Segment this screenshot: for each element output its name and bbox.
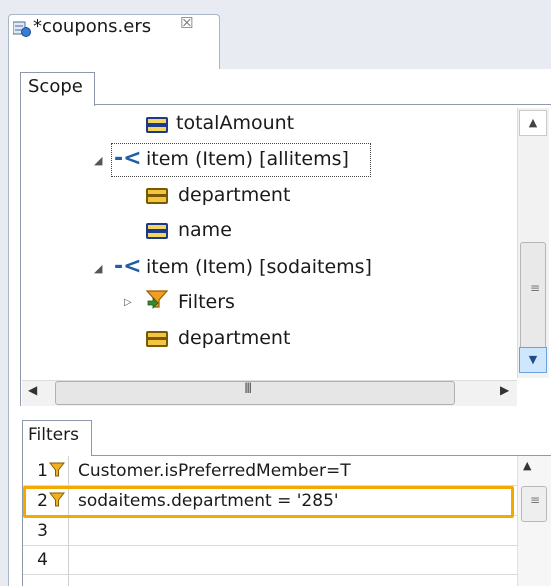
scrollbar-grip-icon: ≡ — [530, 493, 541, 507]
collapse-arrow-icon[interactable]: ◢ — [94, 262, 102, 275]
scroll-up-icon[interactable]: ▲ — [523, 459, 531, 472]
tab-filters-label: Filters — [28, 425, 79, 445]
editor-tab-title: *coupons.ers — [33, 16, 152, 37]
scroll-left-icon[interactable]: ◀ — [28, 383, 37, 397]
tree-item[interactable]: item (Item) [allitems] — [146, 144, 349, 174]
ers-file-icon — [12, 21, 31, 37]
scroll-right-icon[interactable]: ▶ — [500, 383, 509, 397]
divider — [92, 455, 551, 456]
scrollbar-grip-icon: III — [244, 381, 253, 397]
tree-item[interactable]: totalAmount — [176, 108, 294, 138]
filter-row-number: 3 — [37, 521, 48, 541]
highlight-box — [23, 486, 514, 518]
scrollbar-thumb[interactable] — [520, 242, 546, 350]
filter-row[interactable] — [23, 546, 517, 575]
filter-icon — [145, 289, 169, 309]
scroll-up-icon[interactable]: ▲ — [519, 110, 547, 136]
filter-row-number: 1 — [37, 461, 48, 481]
field-icon — [146, 117, 168, 133]
scroll-down-icon[interactable]: ▼ — [519, 347, 547, 373]
tree-item[interactable]: Filters — [178, 287, 235, 317]
tree-item[interactable]: department — [178, 323, 290, 353]
divider — [20, 105, 21, 406]
scrollbar-thumb[interactable] — [55, 381, 455, 405]
field-icon — [146, 223, 168, 239]
tab-scope-label: Scope — [28, 76, 83, 97]
tree-item[interactable]: item (Item) [sodaitems] — [146, 252, 372, 282]
scrollbar-grip-icon: ≡ — [530, 281, 541, 295]
divider — [95, 104, 551, 105]
field-icon — [146, 188, 168, 204]
field-icon — [146, 331, 168, 347]
collapse-arrow-icon[interactable]: ◢ — [94, 154, 102, 167]
expand-arrow-icon[interactable]: ▷ — [124, 297, 132, 308]
close-icon[interactable]: ☒ — [180, 14, 193, 32]
filter-expression[interactable]: Customer.isPreferredMember=T — [78, 461, 351, 481]
tree-item[interactable]: department — [178, 180, 290, 210]
filter-row[interactable] — [23, 517, 517, 546]
filter-icon — [48, 462, 66, 478]
association-icon: -< — [114, 146, 142, 171]
association-icon: -< — [114, 254, 142, 279]
filter-row-number: 4 — [37, 550, 48, 570]
tree-item[interactable]: name — [178, 215, 232, 245]
